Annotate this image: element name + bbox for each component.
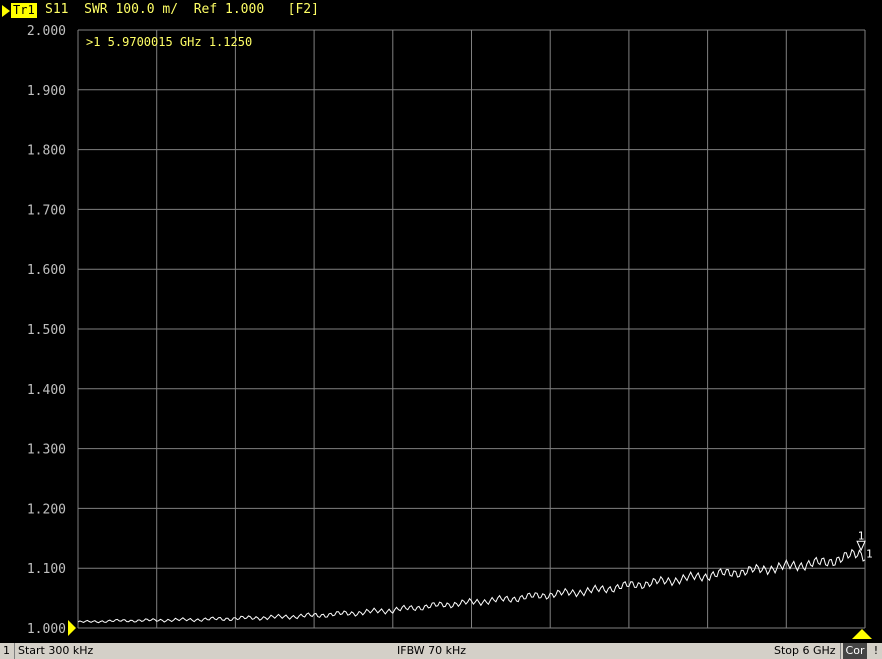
y-tick-label: 1.200 <box>27 502 66 517</box>
y-tick-label: 1.800 <box>27 144 66 159</box>
marker-readout[interactable]: >1 5.9700015 GHz 1.1250 <box>86 35 252 49</box>
status-bar: 1 Start 300 kHz IFBW 70 kHz Stop 6 GHz C… <box>0 643 882 659</box>
stimulus-marker-arrow-icon[interactable] <box>852 629 872 639</box>
y-tick-label: 1.000 <box>27 622 66 637</box>
y-tick-label: 1.100 <box>27 562 66 577</box>
trace-selector[interactable]: Tr1 <box>0 3 38 18</box>
trace-info[interactable]: S11 SWR 100.0 m/ Ref 1.000 [F2] <box>45 0 319 20</box>
trace-label[interactable]: Tr1 <box>11 3 37 18</box>
channel-number[interactable]: 1 <box>3 643 10 659</box>
correction-status-badge[interactable]: Cor <box>843 643 867 659</box>
vna-screen: 2.000 1.900 1.800 1.700 1.600 1.500 1.400 1.300… <box>0 0 882 659</box>
marker-1-icon[interactable] <box>856 540 866 552</box>
warning-badge[interactable]: ! <box>870 643 882 659</box>
reference-level-arrow-icon[interactable] <box>68 620 76 636</box>
y-tick-label: 1.600 <box>27 263 66 278</box>
y-tick-label: 1.400 <box>27 383 66 398</box>
marker-1-edge-label: 1 <box>866 547 873 560</box>
start-frequency[interactable]: Start 300 kHz <box>18 643 93 659</box>
divider <box>14 643 15 659</box>
y-tick-label: 1.500 <box>27 323 66 338</box>
trace-header: Tr1 S11 SWR 100.0 m/ Ref 1.000 [F2] <box>0 0 882 20</box>
y-tick-label: 1.900 <box>27 84 66 99</box>
y-tick-label: 1.700 <box>27 203 66 218</box>
ifbw-setting[interactable]: IFBW 70 kHz <box>397 643 466 659</box>
divider <box>840 643 841 659</box>
marker-1-label: 1 <box>858 529 865 542</box>
y-tick-label: 1.300 <box>27 443 66 458</box>
stop-frequency[interactable]: Stop 6 GHz <box>774 643 836 659</box>
active-trace-arrow-icon <box>2 5 10 17</box>
swr-plot[interactable]: 2.0001.9001.8001.7001.6001.5001.4001.300… <box>0 0 882 643</box>
